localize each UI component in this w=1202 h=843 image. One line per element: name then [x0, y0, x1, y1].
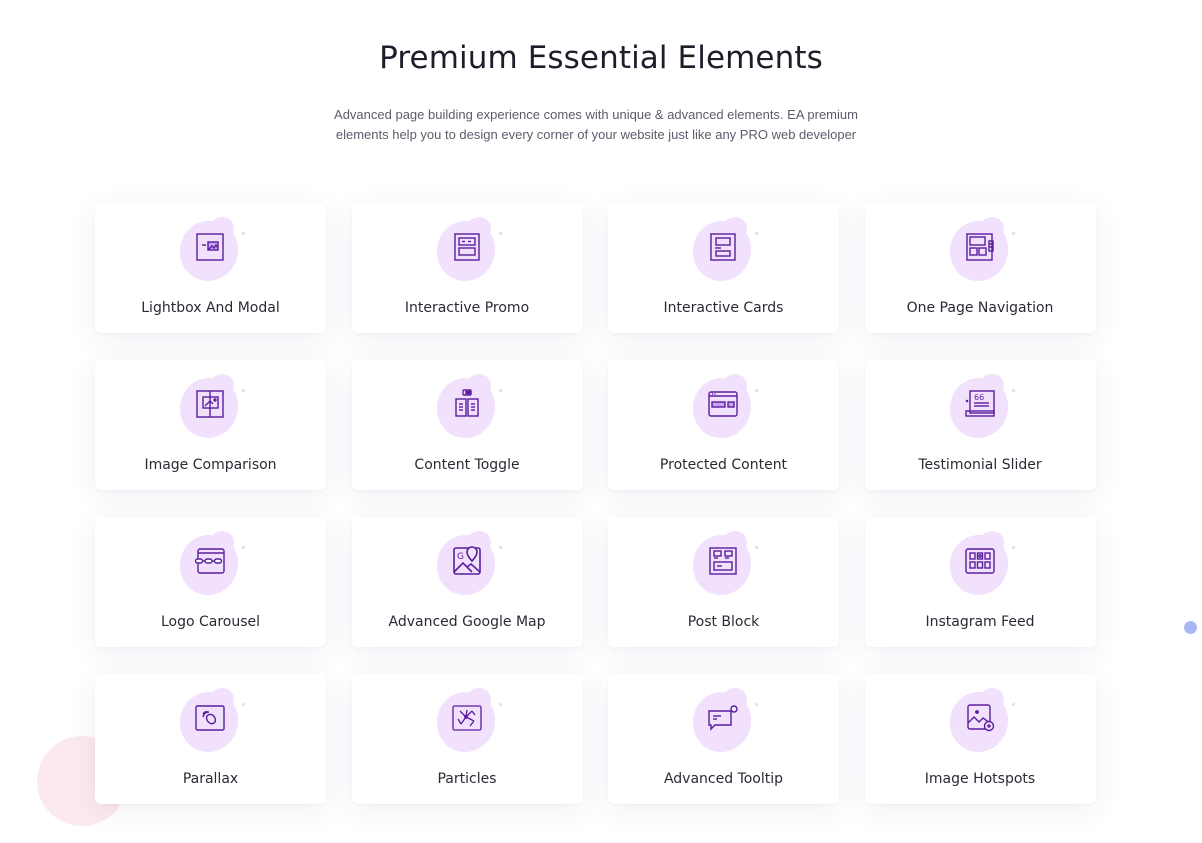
element-card-instagram-feed[interactable]: Instagram Feed — [864, 517, 1096, 647]
svg-text:66: 66 — [974, 393, 984, 402]
element-card-label: Testimonial Slider — [918, 457, 1042, 473]
element-card-testimonial-slider[interactable]: 66 Testimonial Slider — [864, 360, 1096, 490]
element-card-image-hotspots[interactable]: Image Hotspots — [864, 674, 1096, 804]
image-hotspots-icon — [965, 703, 995, 733]
element-card-logo-carousel[interactable]: Logo Carousel — [95, 517, 326, 647]
logo-carousel-icon — [195, 546, 225, 576]
element-card-label: Lightbox And Modal — [141, 300, 280, 316]
element-card-label: Instagram Feed — [925, 614, 1035, 630]
element-card-label: Parallax — [182, 771, 239, 787]
element-card-label: Advanced Tooltip — [663, 771, 784, 787]
protected-content-icon — [708, 389, 738, 419]
svg-text:G: G — [457, 552, 464, 562]
parallax-icon — [195, 703, 225, 733]
subtitle-line-2: elements help you to design every corner… — [335, 127, 857, 142]
element-card-label: Content Toggle — [414, 457, 520, 473]
element-card-label: Logo Carousel — [160, 614, 261, 630]
element-card-label: Image Comparison — [144, 457, 277, 473]
element-card-protected-content[interactable]: Protected Content — [608, 360, 839, 490]
element-card-post-block[interactable]: Post Block — [608, 517, 839, 647]
element-card-one-page-navigation[interactable]: One Page Navigation — [864, 203, 1096, 333]
element-card-image-comparison[interactable]: Image Comparison — [95, 360, 326, 490]
element-card-label: Interactive Promo — [404, 300, 530, 316]
element-card-interactive-cards[interactable]: Interactive Cards — [608, 203, 839, 333]
element-card-label: Image Hotspots — [924, 771, 1036, 787]
element-card-advanced-google-map[interactable]: G Advanced Google Map — [351, 517, 583, 647]
element-card-label: Interactive Cards — [663, 300, 784, 316]
element-card-content-toggle[interactable]: Content Toggle — [351, 360, 583, 490]
tooltip-icon — [708, 703, 738, 733]
element-card-parallax[interactable]: Parallax — [95, 674, 326, 804]
google-map-icon: G — [452, 546, 482, 576]
interactive-cards-icon — [708, 232, 738, 262]
element-card-label: Protected Content — [659, 457, 788, 473]
elements-grid: Lightbox And Modal Interactive Promo Int… — [95, 203, 1096, 804]
content-toggle-icon — [452, 389, 482, 419]
page-title: Premium Essential Elements — [379, 40, 823, 76]
instagram-feed-icon — [964, 546, 995, 576]
one-page-navigation-icon — [965, 232, 995, 262]
element-card-label: Post Block — [687, 614, 760, 630]
post-block-icon — [708, 546, 738, 576]
interactive-promo-icon — [452, 232, 482, 262]
decorative-dot — [1184, 621, 1197, 634]
lightbox-icon — [195, 232, 225, 262]
element-card-label: One Page Navigation — [906, 300, 1054, 316]
testimonial-slider-icon: 66 — [964, 389, 995, 419]
page-subtitle: Advanced page building experience comes … — [300, 105, 892, 145]
subtitle-line-1: Advanced page building experience comes … — [334, 107, 858, 122]
image-comparison-icon — [195, 389, 225, 419]
element-card-interactive-promo[interactable]: Interactive Promo — [351, 203, 583, 333]
element-card-lightbox-and-modal[interactable]: Lightbox And Modal — [95, 203, 326, 333]
element-card-label: Particles — [437, 771, 497, 787]
element-card-particles[interactable]: Particles — [351, 674, 583, 804]
particles-icon — [451, 703, 482, 733]
element-card-advanced-tooltip[interactable]: Advanced Tooltip — [608, 674, 839, 804]
element-card-label: Advanced Google Map — [388, 614, 546, 630]
